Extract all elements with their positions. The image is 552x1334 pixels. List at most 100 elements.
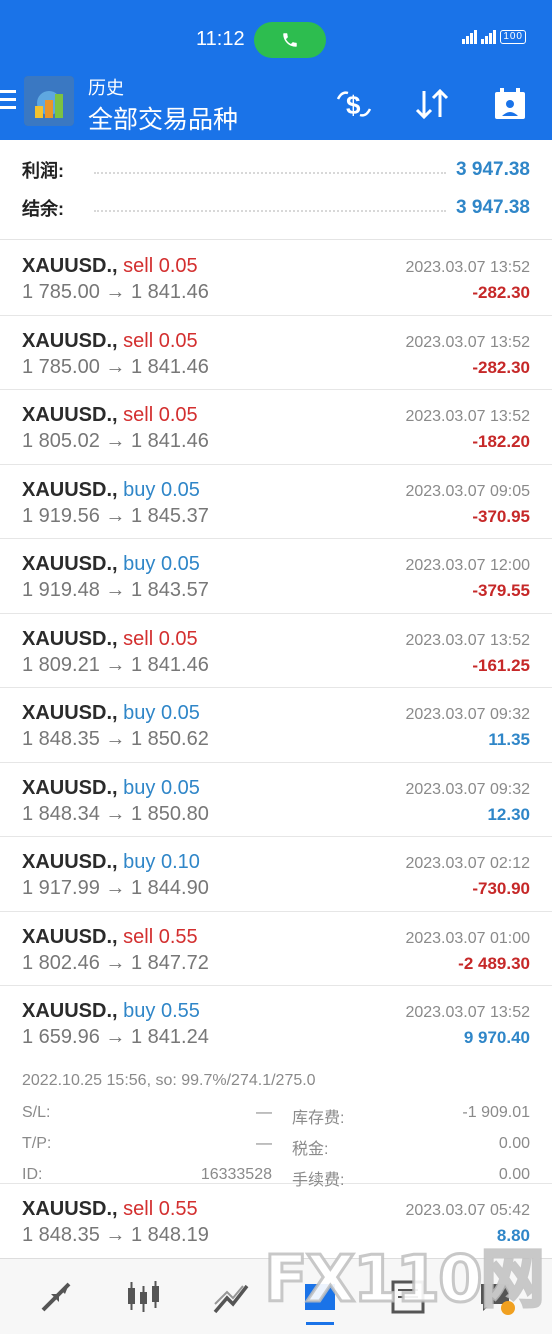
deal-prices: 1 848.35 → 1 850.62 [22, 728, 209, 750]
app-bar: 历史 全部交易品种 $ [0, 62, 552, 140]
sl-label: S/L: [22, 1104, 51, 1121]
ongoing-call-indicator[interactable] [254, 22, 326, 58]
balance-label: 结余: [22, 199, 64, 219]
deal-row[interactable]: XAUUSD., buy 0.05 1 848.34 → 1 850.80 20… [0, 763, 552, 837]
signal-icon [462, 30, 478, 44]
chart-icon[interactable] [120, 1273, 168, 1321]
deal-profit: -182.20 [472, 432, 530, 451]
deal-profit: 12.30 [487, 804, 530, 824]
tax-value: 0.00 [498, 1135, 530, 1152]
deal-prices: 1 805.02 → 1 841.46 [22, 430, 209, 452]
tp-value: — [256, 1135, 272, 1152]
deal-symbol: XAUUSD., buy 0.05 [22, 478, 200, 501]
deal-profit: -370.95 [472, 506, 530, 526]
deal-side: sell 0.05 [123, 404, 198, 426]
tax-label: 税金: [292, 1141, 329, 1158]
deal-side: buy 0.05 [123, 702, 200, 724]
deal-side: buy 0.05 [123, 553, 200, 575]
deal-side: sell 0.55 [123, 925, 198, 948]
id-label: ID: [22, 1166, 43, 1183]
deal-symbol: XAUUSD., sell 0.05 [22, 404, 198, 426]
menu-icon[interactable] [0, 90, 16, 110]
swap-label: 库存费: [292, 1110, 345, 1127]
dotted-leader [94, 210, 447, 212]
deal-symbol: XAUUSD., buy 0.05 [22, 776, 200, 799]
app-logo [24, 76, 74, 126]
calendar-period-icon[interactable] [488, 82, 532, 126]
deal-profit: -379.55 [472, 581, 530, 600]
deal-side: sell 0.05 [123, 255, 198, 277]
profit-row: 利润: 3 947.38 [22, 155, 530, 185]
deal-time: 2023.03.07 02:12 [405, 855, 530, 872]
deal-symbol: XAUUSD., sell 0.05 [22, 255, 198, 277]
deal-side: buy 0.05 [123, 478, 200, 501]
quotes-icon[interactable] [32, 1273, 80, 1321]
trade-icon[interactable] [208, 1273, 256, 1321]
deal-prices: 1 848.34 → 1 850.80 [22, 802, 209, 825]
status-time: 11:12 [196, 28, 245, 50]
deal-symbol: XAUUSD., buy 0.55 [22, 1000, 200, 1022]
screen-subtitle: 历史 [88, 78, 124, 98]
deal-row[interactable]: XAUUSD., sell 0.55 1 802.46 → 1 847.72 2… [0, 912, 552, 986]
battery-icon: 100 [500, 30, 526, 44]
deal-prices: 1 802.46 → 1 847.72 [22, 951, 209, 974]
deal-symbol: XAUUSD., buy 0.10 [22, 851, 200, 873]
deal-time: 2023.03.07 13:52 [405, 631, 530, 649]
deal-row[interactable]: XAUUSD., sell 0.05 1 809.21 → 1 841.46 2… [0, 614, 552, 688]
deal-time: 2023.03.07 09:05 [405, 482, 530, 500]
deal-side: buy 0.05 [123, 776, 200, 799]
deal-symbol: XAUUSD., sell 0.05 [22, 329, 198, 352]
deal-profit: -282.30 [472, 283, 530, 302]
deal-prices: 1 919.56 → 1 845.37 [22, 504, 209, 527]
account-summary: 利润: 3 947.38 结余: 3 947.38 [0, 140, 552, 240]
deal-prices: 1 848.35 → 1 848.19 [22, 1224, 209, 1246]
balance-value: 3 947.38 [456, 197, 530, 218]
sl-value: — [256, 1104, 272, 1121]
profit-value: 3 947.38 [456, 159, 530, 180]
deal-prices: 1 809.21 → 1 841.46 [22, 653, 209, 676]
deal-side: buy 0.55 [123, 1000, 200, 1022]
deal-row[interactable]: XAUUSD., buy 0.05 1 919.48 → 1 843.57 20… [0, 539, 552, 614]
deal-row[interactable]: XAUUSD., buy 0.05 1 919.56 → 1 845.37 20… [0, 465, 552, 539]
deal-time: 2023.03.07 13:52 [405, 333, 530, 351]
deal-side: buy 0.10 [123, 851, 200, 873]
deal-side: sell 0.05 [123, 329, 198, 352]
deal-time: 2023.03.07 09:32 [405, 780, 530, 798]
deal-symbol: XAUUSD., sell 0.55 [22, 925, 198, 948]
detail-row: T/P: — 税金: 0.00 [22, 1131, 530, 1162]
profit-label: 利润: [22, 161, 64, 181]
symbol-filter-title[interactable]: 全部交易品种 [88, 100, 238, 136]
deal-time: 2023.03.07 01:00 [405, 929, 530, 947]
svg-text:$: $ [346, 90, 361, 120]
swap-value: -1 909.01 [462, 1104, 530, 1121]
sort-icon[interactable] [410, 82, 454, 126]
status-icons: 100 [462, 30, 526, 44]
currency-exchange-icon[interactable]: $ [332, 82, 376, 126]
deal-row[interactable]: XAUUSD., buy 0.10 1 917.99 → 1 844.90 20… [0, 837, 552, 912]
id-value: 16333528 [200, 1166, 272, 1183]
balance-row: 结余: 3 947.38 [22, 193, 530, 223]
deal-profit: -730.90 [472, 879, 530, 898]
deal-time: 2023.03.07 13:52 [405, 408, 530, 425]
deal-prices: 1 785.00 → 1 841.46 [22, 355, 209, 378]
deal-row[interactable]: XAUUSD., buy 0.05 1 848.35 → 1 850.62 20… [0, 688, 552, 763]
watermark: FX110网 [263, 1236, 547, 1319]
tp-label: T/P: [22, 1135, 52, 1152]
deal-profit: 9 970.40 [463, 1028, 530, 1047]
deal-time: 2023.03.07 13:52 [405, 259, 530, 276]
deal-prices: 1 917.99 → 1 844.90 [22, 877, 209, 899]
deal-row[interactable]: XAUUSD., sell 0.05 1 785.00 → 1 841.46 2… [0, 241, 552, 316]
phone-icon [283, 33, 297, 47]
status-bar: 11:12 100 [0, 0, 552, 62]
deal-row-expanded[interactable]: XAUUSD., buy 0.55 1 659.96 → 1 841.24 20… [0, 986, 552, 1189]
deal-side: sell 0.05 [123, 627, 198, 650]
deal-detail-grid: S/L: — 库存费: -1 909.01 T/P: — 税金: 0.00 ID… [22, 1100, 530, 1193]
deal-symbol: XAUUSD., sell 0.55 [22, 1198, 198, 1220]
deal-row[interactable]: XAUUSD., sell 0.05 1 805.02 → 1 841.46 2… [0, 390, 552, 465]
detail-row: S/L: — 库存费: -1 909.01 [22, 1100, 530, 1131]
deal-prices: 1 659.96 → 1 841.24 [22, 1026, 209, 1048]
deal-time: 2023.03.07 12:00 [405, 557, 530, 574]
deal-row[interactable]: XAUUSD., sell 0.05 1 785.00 → 1 841.46 2… [0, 316, 552, 390]
deal-time: 2023.03.07 13:52 [405, 1004, 530, 1021]
deal-symbol: XAUUSD., sell 0.05 [22, 627, 198, 650]
